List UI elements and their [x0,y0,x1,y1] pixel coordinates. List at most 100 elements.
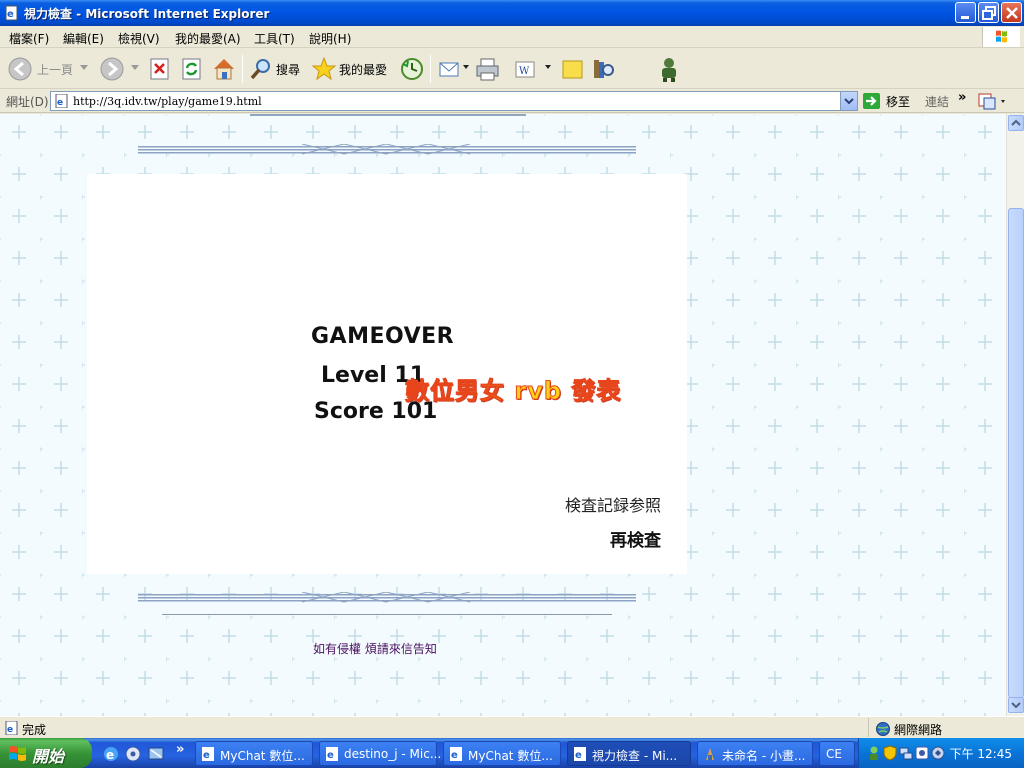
mail-icon [439,62,459,77]
menu-tools[interactable]: 工具(T) [254,30,295,47]
quicklaunch-desktop-icon[interactable] [147,745,165,763]
stop-button[interactable] [148,54,172,84]
quicklaunch-media-icon[interactable] [124,745,142,763]
search-label[interactable]: 搜尋 [276,61,300,78]
refresh-button[interactable] [180,54,204,84]
print-button[interactable] [475,54,501,84]
svg-text:e: e [327,750,334,761]
menu-bar: 檔案(F) 編輯(E) 檢視(V) 我的最愛(A) 工具(T) 說明(H) [0,26,1024,48]
footer-divider [162,614,612,615]
printer-icon [476,58,499,81]
decorative-divider-top [138,144,636,155]
go-button[interactable]: 移至 [886,93,910,110]
refresh-icon [182,58,201,80]
ie-task-icon: e [202,747,214,761]
network-icon[interactable] [867,745,881,761]
address-input[interactable]: e http://3q.idv.tw/play/game19.html [50,91,858,111]
vertical-scrollbar[interactable] [1006,114,1024,716]
menu-view[interactable]: 檢視(V) [118,30,160,47]
taskbar: 開始 e » e MyChat 數位... e destino_j - Mic.… [0,738,1024,768]
scroll-thumb[interactable] [1008,208,1024,698]
chevron-down-icon [1011,702,1021,709]
ie-window: e 視力檢查 - Microsoft Internet Explorer 檔案(… [0,0,1024,768]
system-tray: 下午 12:45 [858,738,1024,768]
page-viewport: GAMEOVER Level 11 Score 101 數位男女 rvb 發表 … [0,114,1006,716]
task-button[interactable]: e MyChat 數位... [443,741,561,766]
view-records-link[interactable]: 検査記録参照 [565,492,661,516]
clock[interactable]: 下午 12:45 [950,745,1012,762]
scroll-down-button[interactable] [1008,697,1024,713]
window-title: 視力檢查 - Microsoft Internet Explorer [24,7,270,21]
start-button[interactable]: 開始 [0,738,92,768]
svg-text:e: e [575,750,582,761]
menu-file[interactable]: 檔案(F) [9,30,49,47]
translate-icon[interactable] [978,92,1008,110]
task-label: CE [826,747,842,761]
status-bar: e 完成 網際網路 [0,716,1024,738]
back-label: 上一頁 [37,63,74,77]
task-button[interactable]: e MyChat 數位... [195,741,313,766]
close-icon [1006,7,1018,19]
edit-word-button[interactable]: W [514,54,538,84]
go-arrow-icon[interactable] [862,92,882,110]
menu-help[interactable]: 說明(H) [309,30,351,47]
menu-edit[interactable]: 編輯(E) [63,30,104,47]
task-button[interactable]: 未命名 - 小畫... [697,741,813,766]
task-button[interactable]: e destino_j - Mic... [319,741,441,766]
search-button[interactable] [248,54,274,84]
address-url[interactable]: http://3q.idv.tw/play/game19.html [73,95,262,108]
history-icon [401,58,423,80]
paint-task-icon [706,748,714,760]
top-divider [250,114,526,116]
quicklaunch-ie-icon[interactable]: e [102,745,120,763]
svg-text:e: e [106,748,114,762]
messenger-button[interactable] [656,54,682,84]
svg-text:e: e [57,98,63,108]
toolbar-separator [242,55,243,83]
messenger-figure-icon [662,58,676,82]
scroll-up-button[interactable] [1008,115,1024,131]
forward-button[interactable] [100,54,124,84]
security-shield-icon[interactable] [883,745,897,761]
retry-link[interactable]: 再検査 [610,526,661,551]
quicklaunch-more[interactable]: » [176,742,184,757]
title-bar[interactable]: e 視力檢查 - Microsoft Internet Explorer [0,0,1024,26]
note-icon [562,60,583,79]
standard-toolbar: 上一頁 搜尋 我的最愛 W [0,49,1024,89]
volume-icon[interactable] [931,745,945,761]
ie-task-icon: e [326,747,338,761]
minimize-button[interactable] [955,2,976,23]
mail-button[interactable] [437,54,463,84]
back-button[interactable] [8,54,32,84]
task-button[interactable]: CE [819,741,855,766]
favorites-label[interactable]: 我的最愛 [339,61,387,78]
copyright-notice: 如有侵權 煩請來信告知 [313,642,437,656]
tray-app-icon[interactable] [915,745,929,761]
favorites-button[interactable] [311,54,337,84]
start-label: 開始 [32,747,65,766]
home-button[interactable] [211,54,237,84]
ie-page-icon: e [5,5,18,21]
ie-task-icon: e [450,747,462,761]
restore-button[interactable] [978,2,999,23]
zone-label: 網際網路 [894,723,943,737]
research-books-icon [594,60,614,78]
task-button-active[interactable]: e 視力檢查 - Mi... [567,741,691,766]
chevron-down-icon [844,98,854,105]
toolbar-separator [430,55,431,83]
links-label[interactable]: 連結 [925,93,949,110]
history-button[interactable] [399,54,425,84]
connections-icon[interactable] [899,745,913,761]
links-more-chevron[interactable]: » [958,90,966,105]
menu-favorites[interactable]: 我的最愛(A) [175,30,241,47]
address-dropdown-button[interactable] [840,92,857,110]
svg-text:e: e [7,725,13,735]
ie-task-icon: e [574,747,586,761]
discuss-button[interactable] [561,54,585,84]
close-button[interactable] [1001,2,1022,23]
task-label: 視力檢查 - Mi... [592,749,678,763]
research-button[interactable] [591,54,617,84]
forward-arrow-icon [100,57,124,81]
security-zone[interactable]: 網際網路 [868,718,1020,737]
minimize-icon [961,16,969,19]
